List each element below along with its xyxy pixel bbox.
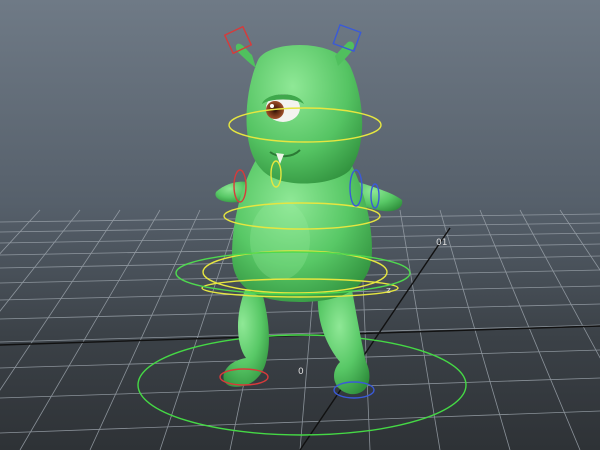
belly-highlight (250, 200, 310, 280)
right-leg (317, 290, 370, 395)
grid-x-axis-tick-label: 01 (436, 238, 447, 248)
viewport-scene[interactable]: 0 z 01 (0, 0, 600, 450)
root-control-ring[interactable] (137, 334, 467, 436)
3d-viewport[interactable]: 0 z 01 (0, 0, 600, 450)
eye-highlight (270, 104, 274, 108)
grid-origin-label: 0 (298, 367, 304, 377)
head (246, 44, 363, 184)
